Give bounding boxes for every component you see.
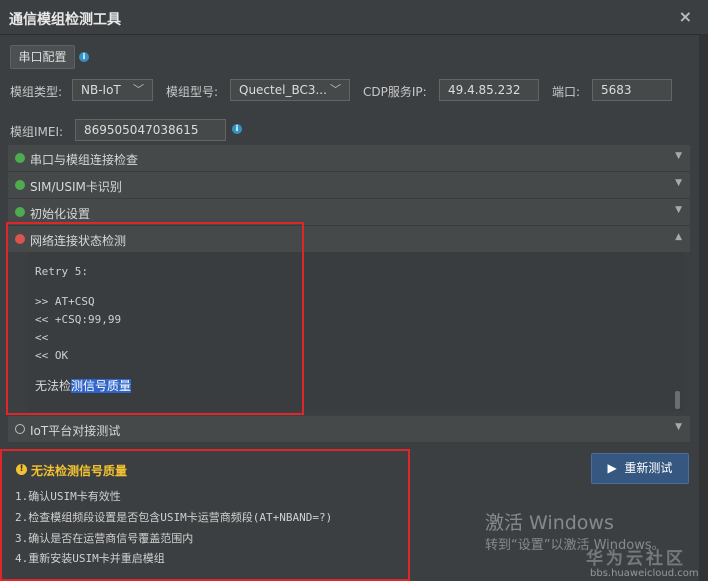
tip-item: 3.确认是否在运营商信号覆盖范围内 — [15, 532, 194, 545]
activate-watermark: 激活 Windows — [485, 512, 614, 534]
module-type-value: NB-IoT — [81, 83, 121, 97]
check-iot-platform[interactable]: IoT平台对接测试 ▼ — [8, 416, 690, 443]
log-line: << +CSQ:99,99 — [35, 313, 122, 326]
check-label: IoT平台对接测试 — [30, 424, 121, 438]
community-watermark: 华为云社区 — [586, 549, 686, 569]
caret-up-icon: ▲ — [675, 232, 682, 242]
cdp-ip-label: CDP服务IP: — [363, 85, 427, 99]
log-line: << — [35, 331, 49, 344]
clock-icon — [15, 424, 25, 434]
tip-item: 4.重新安装USIM卡并重启模组 — [15, 552, 165, 565]
check-error-icon — [15, 234, 25, 244]
caret-down-icon: ▼ — [675, 178, 682, 188]
check-label: 初始化设置 — [30, 207, 91, 221]
result-title: 无法检测信号质量 — [31, 464, 128, 478]
check-ok-icon — [15, 207, 25, 217]
check-label: 网络连接状态检测 — [30, 234, 127, 248]
title-bar: 通信模组检测工具 × — [0, 0, 708, 35]
cdp-ip-input[interactable]: 49.4.85.232 — [439, 79, 539, 101]
imei-label: 模组IMEI: — [10, 125, 64, 139]
check-label: 串口与模组连接检查 — [30, 153, 139, 167]
log-line: << OK — [35, 349, 69, 362]
serial-config-button[interactable]: 串口配置 — [10, 45, 75, 69]
tip-item: 2.检查模组频段设置是否包含USIM卡运营商频段(AT+NBAND=?) — [15, 511, 333, 524]
log-message: 无法检测信号质量 — [35, 377, 132, 394]
check-ok-icon — [15, 180, 25, 190]
retest-label: 重新测试 — [624, 461, 673, 475]
tip-item: 1.确认USIM卡有效性 — [15, 490, 121, 503]
warning-icon: ! — [16, 464, 27, 475]
port-label: 端口: — [552, 85, 581, 99]
module-model-label: 模组型号: — [166, 85, 219, 99]
url-watermark: bbs.huaweicloud.com — [590, 568, 699, 579]
log-line: >> AT+CSQ — [35, 295, 95, 308]
log-retry: Retry 5: — [35, 265, 88, 278]
log-message-prefix: 无法检 — [35, 379, 72, 393]
chevron-down-icon: ﹀ — [133, 83, 144, 96]
check-initialization[interactable]: 初始化设置 ▼ — [8, 199, 690, 226]
imei-info-icon[interactable]: i — [232, 124, 242, 134]
module-type-select[interactable]: NB-IoT ﹀ — [72, 79, 153, 101]
window-edge — [699, 34, 708, 581]
module-model-value: Quectel_BC3... — [239, 83, 327, 97]
check-label: SIM/USIM卡识别 — [30, 180, 122, 194]
check-ok-icon — [15, 153, 25, 163]
check-network-status[interactable]: 网络连接状态检测 ▲ — [8, 226, 690, 253]
caret-down-icon: ▼ — [675, 205, 682, 215]
log-message-selected: 测信号质量 — [71, 379, 132, 393]
caret-down-icon: ▼ — [675, 151, 682, 161]
check-sim-card[interactable]: SIM/USIM卡识别 ▼ — [8, 172, 690, 199]
chevron-down-icon: ﹀ — [330, 83, 341, 96]
close-icon[interactable]: × — [679, 7, 692, 26]
imei-input[interactable]: 869505047038615 — [75, 119, 226, 141]
window-title: 通信模组检测工具 — [9, 12, 121, 28]
play-icon: ▶ — [607, 461, 617, 475]
retest-button[interactable]: ▶ 重新测试 — [591, 453, 689, 484]
check-serial-connection[interactable]: 串口与模组连接检查 ▼ — [8, 145, 690, 172]
module-type-label: 模组类型: — [10, 85, 63, 99]
port-input[interactable]: 5683 — [592, 79, 672, 101]
network-check-log[interactable]: Retry 5: >> AT+CSQ << +CSQ:99,99 << << O… — [28, 253, 684, 411]
caret-down-icon: ▼ — [675, 422, 682, 432]
serial-config-info-icon[interactable]: i — [79, 52, 89, 62]
module-model-select[interactable]: Quectel_BC3... ﹀ — [230, 79, 350, 101]
log-scrollbar[interactable] — [675, 391, 680, 409]
